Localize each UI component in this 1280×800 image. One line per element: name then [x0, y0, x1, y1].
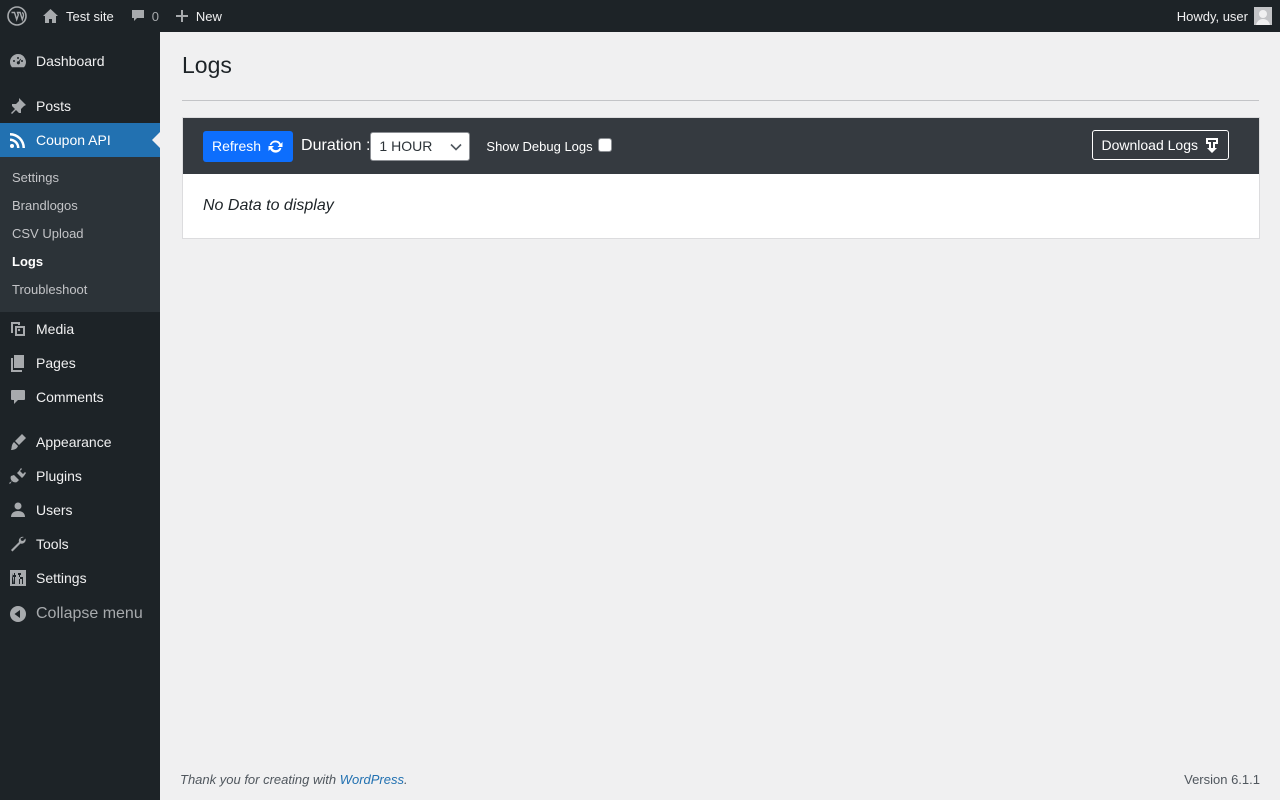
menu-label: Appearance — [36, 434, 112, 450]
plugin-icon — [0, 466, 36, 486]
menu-label: Tools — [36, 536, 69, 552]
menu-label: Posts — [36, 98, 72, 114]
menu-label: Dashboard — [36, 53, 105, 69]
logs-panel: Refresh Duration : 1 HOUR Show Debug Log… — [182, 117, 1260, 239]
menu-label: Plugins — [36, 468, 82, 484]
menu-item-comments[interactable]: Comments — [0, 380, 160, 414]
comment-icon — [0, 387, 36, 407]
submenu-item-brandlogos[interactable]: Brandlogos — [12, 198, 78, 213]
menu-label: Pages — [36, 355, 76, 371]
submenu-item-settings[interactable]: Settings — [12, 170, 59, 185]
new-label: New — [195, 8, 222, 24]
download-logs-button[interactable]: Download Logs — [1092, 130, 1229, 160]
greeting-label: Howdy, user — [1176, 8, 1248, 24]
site-name-link[interactable]: Test site — [34, 0, 122, 32]
submenu-item-logs[interactable]: Logs — [12, 254, 43, 269]
refresh-button[interactable]: Refresh — [203, 130, 294, 162]
menu-item-coupon-api[interactable]: Coupon API — [0, 123, 160, 157]
menu-label: Coupon API — [36, 132, 111, 148]
wrench-icon — [0, 534, 36, 554]
download-label: Download Logs — [1101, 137, 1198, 153]
menu-item-users[interactable]: Users — [0, 493, 160, 527]
media-icon — [0, 319, 36, 339]
menu-item-settings[interactable]: Settings — [0, 561, 160, 595]
empty-message: No Data to display — [203, 197, 334, 214]
wordpress-logo-icon[interactable] — [0, 0, 34, 32]
refresh-label: Refresh — [212, 138, 262, 154]
collapse-arrow-icon — [0, 605, 36, 623]
debug-logs-label: Show Debug Logs — [486, 138, 593, 154]
brush-icon — [0, 432, 36, 452]
logs-toolbar: Refresh Duration : 1 HOUR Show Debug Log… — [183, 118, 1259, 174]
coupon-api-submenu: Settings Brandlogos CSV Upload Logs Trou… — [0, 157, 160, 312]
menu-item-posts[interactable]: Posts — [0, 89, 160, 123]
pages-icon — [0, 353, 36, 373]
home-icon — [43, 9, 58, 23]
footer-thanks-text: Thank you for creating with — [180, 772, 340, 787]
comment-count: 0 — [151, 8, 159, 24]
site-name-label: Test site — [66, 8, 114, 24]
my-account[interactable]: Howdy, user — [1177, 7, 1280, 25]
menu-item-plugins[interactable]: Plugins — [0, 459, 160, 493]
new-content-link[interactable]: New — [167, 0, 230, 32]
duration-value: 1 HOUR — [379, 138, 433, 154]
menu-label: Comments — [36, 389, 104, 405]
comment-bubble-icon — [131, 10, 144, 21]
menu-item-pages[interactable]: Pages — [0, 346, 160, 380]
refresh-icon — [268, 139, 283, 153]
menu-item-dashboard[interactable]: Dashboard — [0, 44, 160, 78]
download-icon — [1206, 138, 1218, 153]
wordpress-link[interactable]: WordPress — [340, 772, 404, 787]
admin-bar: Test site 0 New Howdy, user — [0, 0, 1280, 32]
menu-item-media[interactable]: Media — [0, 312, 160, 346]
menu-label: Settings — [36, 570, 87, 586]
debug-logs-checkbox[interactable] — [597, 138, 612, 152]
pin-icon — [0, 96, 36, 116]
menu-label: Users — [36, 502, 73, 518]
settings-icon — [0, 568, 36, 588]
footer-thanks: Thank you for creating with WordPress. — [180, 772, 408, 787]
dashboard-icon — [0, 51, 36, 71]
main-content: Logs Refresh Duration : 1 HOUR Show Debu… — [160, 32, 1280, 800]
user-icon — [0, 500, 36, 520]
collapse-menu-button[interactable]: Collapse menu — [0, 597, 160, 631]
avatar — [1254, 7, 1272, 25]
duration-label: Duration : — [301, 137, 371, 154]
plus-icon — [175, 10, 188, 22]
menu-label: Media — [36, 321, 75, 337]
menu-item-tools[interactable]: Tools — [0, 527, 160, 561]
collapse-label: Collapse menu — [36, 605, 143, 622]
version-text: Version 6.1.1 — [1184, 772, 1260, 787]
chevron-down-icon — [450, 143, 462, 151]
page-title: Logs — [182, 52, 232, 78]
title-divider — [182, 100, 1259, 101]
submenu-item-troubleshoot[interactable]: Troubleshoot — [12, 282, 87, 297]
duration-select[interactable]: 1 HOUR — [370, 131, 471, 161]
footer-suffix: . — [404, 772, 408, 787]
admin-menu: Dashboard Posts Coupon API Settings Bran… — [0, 32, 160, 800]
comments-link[interactable]: 0 — [122, 0, 167, 32]
menu-item-appearance[interactable]: Appearance — [0, 425, 160, 459]
submenu-item-csv-upload[interactable]: CSV Upload — [12, 226, 84, 241]
rss-icon — [0, 130, 36, 150]
